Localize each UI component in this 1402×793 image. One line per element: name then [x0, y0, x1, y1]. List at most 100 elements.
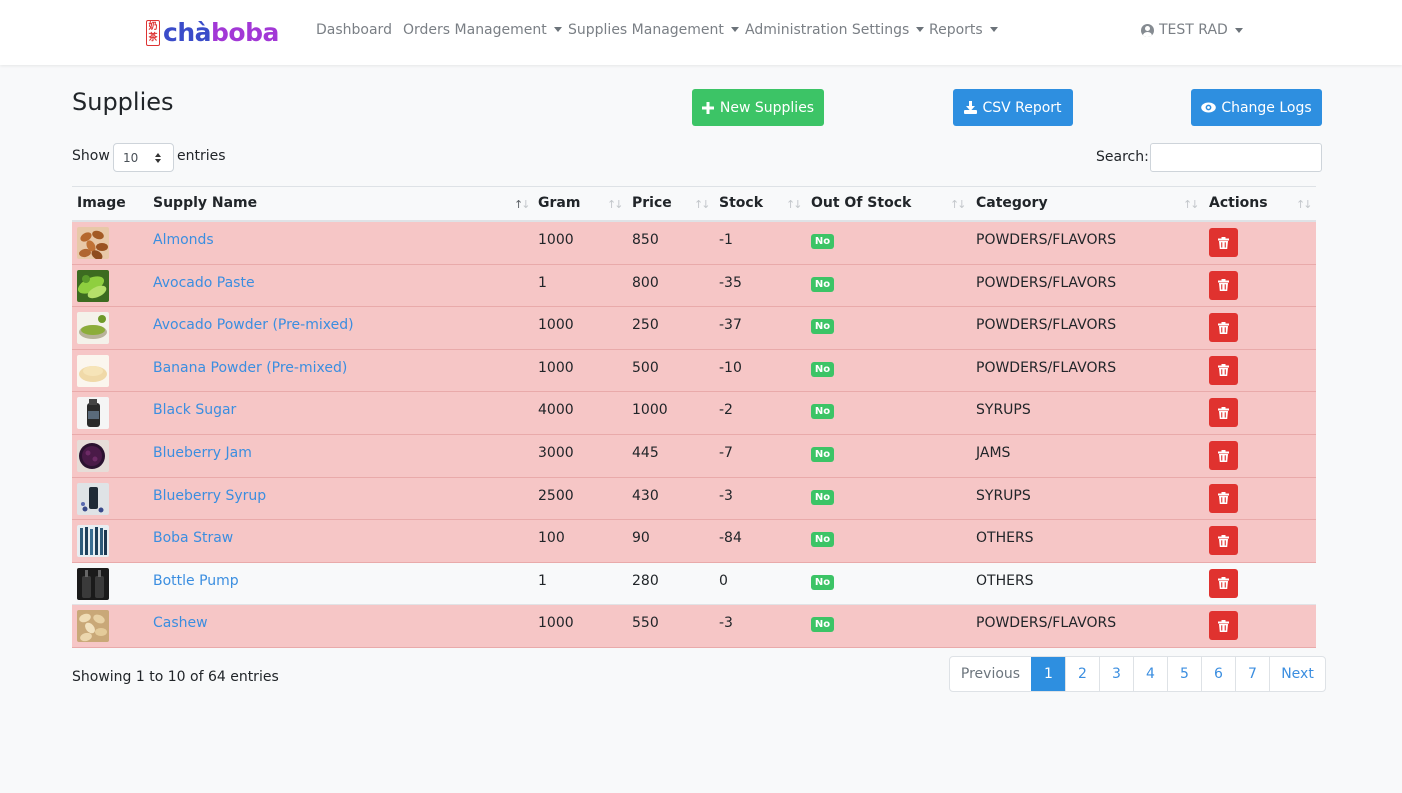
delete-button[interactable]	[1209, 568, 1238, 598]
supply-name-link[interactable]: Avocado Powder (Pre-mixed)	[153, 317, 354, 333]
out-of-stock-badge: No	[811, 234, 834, 249]
delete-button[interactable]	[1209, 441, 1238, 470]
delete-button[interactable]	[1209, 483, 1238, 513]
delete-button[interactable]	[1209, 228, 1238, 257]
supply-name-link[interactable]: Cashew	[153, 615, 208, 631]
table-header: Image Supply Name ↑↓ Gram ↑↓ Price ↑↓ St…	[72, 186, 1316, 222]
stock-value: -84	[719, 530, 742, 547]
pagination-page-7[interactable]: 7	[1235, 657, 1269, 691]
pagination-page-1[interactable]: 1	[1031, 657, 1065, 691]
price-value: 1000	[632, 402, 668, 419]
supply-name-link[interactable]: Almonds	[153, 232, 214, 248]
price-value: 280	[632, 572, 659, 589]
plus-icon	[702, 101, 715, 114]
supply-thumbnail	[77, 567, 109, 600]
user-menu[interactable]: TEST RAD	[1141, 22, 1243, 38]
pagination-previous[interactable]: Previous	[950, 657, 1031, 691]
price-value: 250	[632, 317, 659, 334]
price-value: 430	[632, 487, 659, 504]
supply-thumbnail	[77, 610, 109, 643]
supply-name-link[interactable]: Blueberry Jam	[153, 445, 252, 461]
supply-name-link[interactable]: Blueberry Syrup	[153, 488, 266, 504]
th-image[interactable]: Image	[77, 195, 126, 211]
caret-down-icon	[553, 27, 562, 32]
nav-administration-settings[interactable]: Administration Settings	[745, 22, 925, 38]
supply-thumbnail	[77, 482, 109, 515]
th-category[interactable]: Category	[976, 195, 1048, 211]
category-value: OTHERS	[976, 572, 1034, 589]
nav-reports[interactable]: Reports	[929, 22, 998, 38]
stock-value: -35	[719, 274, 742, 291]
delete-button[interactable]	[1209, 313, 1238, 343]
pagination-page-2[interactable]: 2	[1065, 657, 1099, 691]
supply-name-link[interactable]: Bottle Pump	[153, 573, 239, 589]
brand-name-cha: chà	[163, 18, 212, 47]
delete-button[interactable]	[1209, 611, 1238, 641]
th-actions[interactable]: Actions	[1209, 195, 1268, 211]
th-out-of-stock[interactable]: Out Of Stock	[811, 195, 911, 211]
th-supply-name[interactable]: Supply Name	[153, 195, 257, 211]
table-row: Blueberry Syrup 2500 430 -3 No SYRUPS	[72, 477, 1316, 521]
delete-button[interactable]	[1209, 398, 1238, 428]
delete-button[interactable]	[1209, 270, 1238, 300]
trash-icon	[1218, 619, 1229, 632]
out-of-stock-badge: No	[811, 574, 834, 590]
price-value: 500	[632, 359, 659, 376]
brand-logo[interactable]: 奶茶 chàboba	[146, 20, 279, 46]
gram-value: 100	[538, 530, 565, 547]
pagination-page-3[interactable]: 3	[1099, 657, 1133, 691]
th-gram[interactable]: Gram	[538, 195, 580, 211]
search-input[interactable]	[1150, 143, 1322, 172]
price-value: 850	[632, 232, 659, 248]
pagination-page-5[interactable]: 5	[1167, 657, 1201, 691]
entries-per-page-select[interactable]: 10	[113, 143, 174, 172]
price-value: 550	[632, 615, 659, 632]
out-of-stock-badge: No	[811, 276, 834, 292]
user-name: TEST RAD	[1159, 22, 1228, 38]
supply-name-link[interactable]: Boba Straw	[153, 530, 233, 546]
change-logs-button[interactable]: Change Logs	[1191, 89, 1322, 126]
pagination-page-6[interactable]: 6	[1201, 657, 1235, 691]
out-of-stock-badge: No	[811, 532, 834, 548]
supply-name-link[interactable]: Black Sugar	[153, 402, 236, 418]
stock-value: -10	[719, 359, 742, 376]
table-row: Avocado Powder (Pre-mixed) 1000 250 -37 …	[72, 307, 1316, 350]
supply-thumbnail	[77, 269, 109, 302]
new-supplies-button[interactable]: New Supplies	[692, 89, 824, 126]
table-info: Showing 1 to 10 of 64 entries	[72, 669, 279, 685]
gram-value: 1000	[538, 615, 574, 632]
table-row: Almonds 1000 850 -1 No POWDERS/FLAVORS	[72, 222, 1316, 265]
th-price[interactable]: Price	[632, 195, 672, 211]
supply-thumbnail	[77, 440, 109, 472]
sort-icon: ↑↓	[786, 198, 803, 211]
stock-value: -3	[719, 615, 733, 632]
nav-supplies-management[interactable]: Supplies Management	[568, 22, 739, 38]
brand-wordmark: chàboba	[163, 20, 279, 46]
supply-thumbnail	[77, 227, 109, 259]
sort-icon: ↑↓	[514, 198, 531, 211]
th-stock[interactable]: Stock	[719, 195, 763, 211]
category-value: SYRUPS	[976, 402, 1031, 419]
sort-icon: ↑↓	[607, 198, 624, 211]
trash-icon	[1218, 236, 1229, 249]
out-of-stock-badge: No	[811, 489, 834, 505]
pagination: Previous 1 2 3 4 5 6 7 Next	[949, 656, 1326, 692]
trash-icon	[1218, 449, 1229, 462]
select-arrows-icon	[155, 153, 161, 163]
gram-value: 1	[538, 572, 547, 589]
gram-value: 3000	[538, 445, 574, 461]
supply-name-link[interactable]: Banana Powder (Pre-mixed)	[153, 360, 347, 376]
gram-value: 4000	[538, 402, 574, 419]
table-row: Blueberry Jam 3000 445 -7 No JAMS	[72, 435, 1316, 478]
nav-dashboard[interactable]: Dashboard	[316, 22, 392, 38]
csv-report-button[interactable]: CSV Report	[953, 89, 1073, 126]
trash-icon	[1218, 492, 1229, 505]
gram-value: 2500	[538, 487, 574, 504]
sort-icon: ↑↓	[950, 198, 967, 211]
pagination-next[interactable]: Next	[1269, 657, 1325, 691]
nav-orders-management[interactable]: Orders Management	[403, 22, 562, 38]
pagination-page-4[interactable]: 4	[1133, 657, 1167, 691]
delete-button[interactable]	[1209, 355, 1238, 385]
delete-button[interactable]	[1209, 526, 1238, 556]
supply-name-link[interactable]: Avocado Paste	[153, 275, 255, 291]
